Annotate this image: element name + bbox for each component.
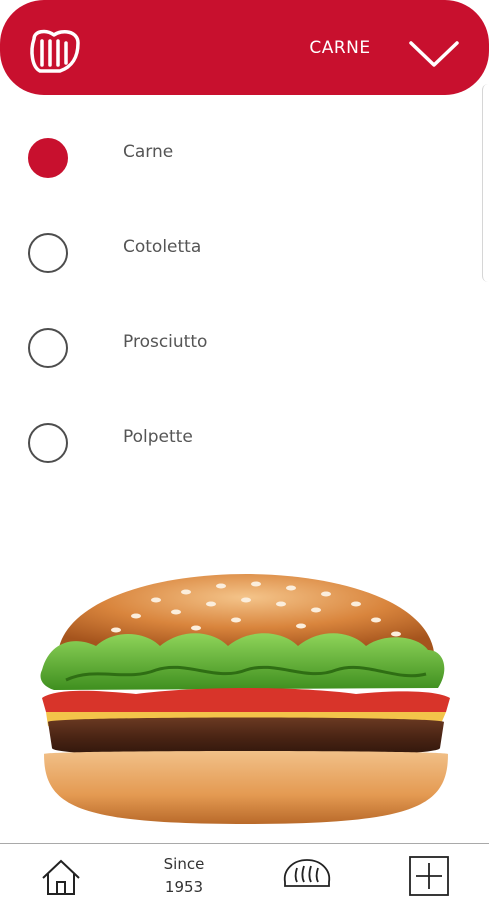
meat-steak-icon[interactable] xyxy=(26,27,84,75)
option-prosciutto[interactable]: Prosciutto xyxy=(0,328,470,408)
option-label: Prosciutto xyxy=(123,332,208,352)
option-cotoletta[interactable]: Cotoletta xyxy=(0,233,470,313)
radio-button[interactable] xyxy=(28,233,68,273)
since-label: Since xyxy=(163,855,205,873)
header-bar: CARNE xyxy=(0,0,489,95)
option-label: Cotoletta xyxy=(123,237,202,257)
chevron-down-icon[interactable] xyxy=(407,37,461,71)
option-carne[interactable]: Carne xyxy=(0,138,470,218)
since-1953-label: Since 1953 xyxy=(150,853,218,899)
radio-button[interactable] xyxy=(28,423,68,463)
scroll-edge-panel xyxy=(482,84,489,282)
bread-icon[interactable] xyxy=(281,856,333,890)
bottom-navigation xyxy=(0,844,489,900)
plus-icon[interactable] xyxy=(409,856,449,896)
option-polpette[interactable]: Polpette xyxy=(0,423,470,503)
header-title: CARNE xyxy=(309,38,371,58)
option-label: Polpette xyxy=(123,427,193,447)
radio-button-selected[interactable] xyxy=(28,138,68,178)
radio-button[interactable] xyxy=(28,328,68,368)
option-label: Carne xyxy=(123,142,174,162)
burger-illustration xyxy=(40,574,450,824)
home-icon[interactable] xyxy=(40,856,82,898)
year-label: 1953 xyxy=(164,878,204,896)
